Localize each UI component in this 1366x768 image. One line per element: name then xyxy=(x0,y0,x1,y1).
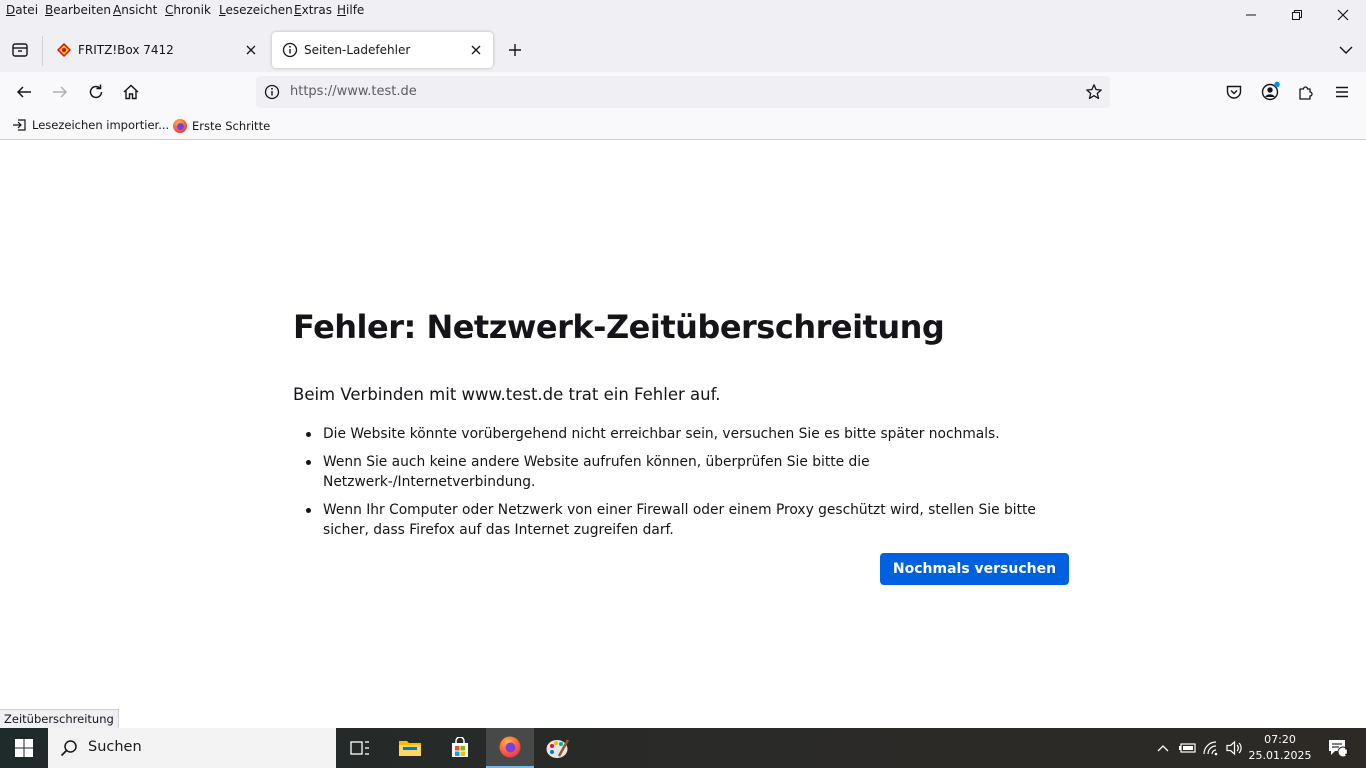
menu-extras[interactable]: Extras xyxy=(294,3,332,17)
tab-title: FRITZ!Box 7412 xyxy=(78,43,174,57)
menu-ansicht[interactable]: Ansicht xyxy=(113,3,157,17)
bookmark-erste-schritte[interactable]: Erste Schritte xyxy=(172,118,270,134)
list-item: Wenn Ihr Computer oder Netzwerk von eine… xyxy=(306,500,1068,540)
search-label: Suchen xyxy=(88,739,142,755)
app-menu-button[interactable] xyxy=(1330,80,1354,104)
puzzle-icon xyxy=(1299,86,1313,100)
tab-close-icon[interactable] xyxy=(242,41,260,59)
pocket-icon xyxy=(1226,85,1242,99)
home-icon xyxy=(123,84,139,100)
pocket-button[interactable] xyxy=(1222,80,1246,104)
hamburger-menu-icon xyxy=(1336,86,1348,98)
battery-button[interactable] xyxy=(1176,728,1198,768)
status-panel: Zeitüberschreitung xyxy=(0,709,119,728)
tab-divider xyxy=(42,36,43,66)
firefox-icon xyxy=(173,119,187,133)
speaker-icon xyxy=(1226,740,1242,756)
network-button[interactable] xyxy=(1200,728,1222,768)
firefox-taskbar-button[interactable] xyxy=(486,728,534,768)
folder-icon xyxy=(399,741,421,756)
bookmark-import[interactable]: Lesezeichen importier... xyxy=(12,118,169,132)
list-all-tabs-button[interactable] xyxy=(1334,38,1358,62)
close-window-button[interactable] xyxy=(1320,0,1366,30)
tab-fritzbox[interactable]: FRITZ!Box 7412 xyxy=(46,32,268,68)
reload-button[interactable] xyxy=(84,80,108,104)
firefox-view-icon xyxy=(12,43,28,57)
paint-app-button[interactable] xyxy=(534,728,582,768)
new-tab-button[interactable] xyxy=(503,38,527,62)
search-icon xyxy=(60,740,77,757)
extensions-button[interactable] xyxy=(1294,80,1318,104)
plus-icon xyxy=(509,44,521,56)
taskbar-search-box[interactable]: Suchen xyxy=(48,728,336,768)
forward-button[interactable] xyxy=(48,80,72,104)
windows-logo-icon xyxy=(15,739,33,757)
site-info-icon[interactable] xyxy=(264,84,280,100)
home-button[interactable] xyxy=(119,80,143,104)
show-hidden-icons-button[interactable] xyxy=(1152,728,1174,768)
tab-close-icon[interactable] xyxy=(467,41,485,59)
store-icon xyxy=(452,737,468,757)
minimize-icon xyxy=(1246,14,1256,16)
url-bar[interactable] xyxy=(256,76,1110,108)
import-icon xyxy=(13,119,26,131)
taskbar: Suchen 07:20 25.01.2025 1 xyxy=(0,728,1366,768)
task-view-button[interactable] xyxy=(336,728,384,768)
chevron-up-icon xyxy=(1157,745,1169,752)
error-lead-text: Beim Verbinden mit www.test.de trat ein … xyxy=(293,385,721,404)
restore-button[interactable] xyxy=(1274,0,1320,30)
close-icon xyxy=(1337,9,1349,21)
tab-title: Seiten-Ladefehler xyxy=(304,43,411,57)
tab-seiten-ladefehler[interactable]: Seiten-Ladefehler xyxy=(272,32,493,68)
menu-bearbeiten[interactable]: Bearbeiten xyxy=(45,3,111,17)
menu-hilfe[interactable]: Hilfe xyxy=(337,3,364,17)
account-icon xyxy=(1261,81,1280,101)
notification-center-button[interactable]: 1 xyxy=(1320,728,1356,768)
retry-button[interactable]: Nochmals versuchen xyxy=(880,553,1069,585)
list-item: Die Website könnte vorübergehend nicht e… xyxy=(306,424,1068,444)
wifi-icon xyxy=(1203,741,1218,756)
chevron-down-icon xyxy=(1339,46,1353,54)
firefox-icon xyxy=(499,736,521,758)
arrow-right-icon xyxy=(53,86,68,98)
account-button[interactable] xyxy=(1258,80,1282,104)
menu-bar: Datei Bearbeiten Ansicht Chronik Lesezei… xyxy=(0,0,1366,30)
back-button[interactable] xyxy=(12,80,36,104)
paint-palette-icon xyxy=(546,739,570,758)
taskbar-clock[interactable]: 07:20 25.01.2025 xyxy=(1244,732,1316,764)
restore-icon xyxy=(1292,10,1302,20)
start-button[interactable] xyxy=(0,728,48,768)
clock-date: 25.01.2025 xyxy=(1248,749,1312,762)
minimize-button[interactable] xyxy=(1228,0,1274,30)
firefox-view-button[interactable] xyxy=(8,38,32,62)
task-view-icon xyxy=(350,741,369,755)
bookmarks-toolbar: Lesezeichen importier... Erste Schritte xyxy=(0,112,1366,140)
page-content: Fehler: Netzwerk-Zeitüberschreitung Beim… xyxy=(0,141,1366,728)
microsoft-store-button[interactable] xyxy=(436,728,484,768)
bookmark-star-icon[interactable] xyxy=(1085,83,1103,101)
bookmark-label: Erste Schritte xyxy=(192,119,271,133)
error-suggestions-list: Die Website könnte vorübergehend nicht e… xyxy=(306,424,1068,548)
clock-time: 07:20 xyxy=(1264,733,1296,746)
reload-icon xyxy=(89,84,103,99)
menu-chronik[interactable]: Chronik xyxy=(165,3,211,17)
navigation-toolbar xyxy=(0,72,1366,112)
error-title: Fehler: Netzwerk-Zeitüberschreitung xyxy=(293,308,945,346)
menu-datei[interactable]: Datei xyxy=(6,3,38,17)
file-explorer-button[interactable] xyxy=(386,728,434,768)
fritzbox-favicon-icon xyxy=(57,43,71,57)
notification-count-badge: 1 xyxy=(1344,747,1351,758)
url-input[interactable] xyxy=(290,84,990,99)
volume-button[interactable] xyxy=(1224,728,1246,768)
info-icon xyxy=(282,42,298,58)
arrow-left-icon xyxy=(16,86,31,98)
tab-bar: FRITZ!Box 7412 Seiten-Ladefehler xyxy=(0,30,1366,72)
menu-lesezeichen[interactable]: Lesezeichen xyxy=(219,3,293,17)
bookmark-label: Lesezeichen importier... xyxy=(32,118,170,132)
list-item: Wenn Sie auch keine andere Website aufru… xyxy=(306,452,1068,492)
battery-icon xyxy=(1179,743,1196,753)
